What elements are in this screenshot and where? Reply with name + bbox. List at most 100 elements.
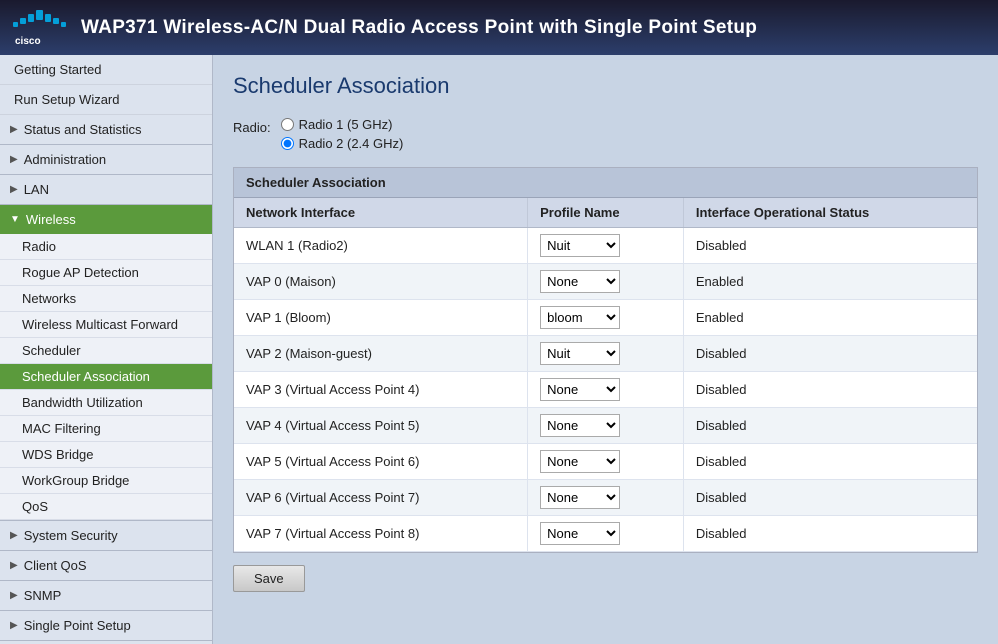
sidebar-item-radio[interactable]: Radio	[0, 234, 212, 260]
save-button[interactable]: Save	[233, 565, 305, 592]
sidebar-item-wds-bridge[interactable]: WDS Bridge	[0, 442, 212, 468]
profile-select-2[interactable]: NoneNuitbloom	[540, 306, 620, 329]
table-row: VAP 0 (Maison)NoneNuitbloomEnabled	[234, 264, 977, 300]
sidebar-section-lan-header[interactable]: ▶ LAN	[0, 175, 212, 204]
sidebar-section-status-label: Status and Statistics	[24, 122, 142, 137]
radio2-input[interactable]	[281, 137, 294, 150]
sidebar-section-single-point-label: Single Point Setup	[24, 618, 131, 633]
sidebar-item-getting-started-label: Getting Started	[14, 62, 101, 77]
radio-options: Radio 1 (5 GHz) Radio 2 (2.4 GHz)	[281, 117, 404, 151]
table-section-title: Scheduler Association	[234, 168, 977, 198]
radio-selection: Radio: Radio 1 (5 GHz) Radio 2 (2.4 GHz)	[233, 117, 978, 151]
radio1-option[interactable]: Radio 1 (5 GHz)	[281, 117, 404, 132]
layout: Getting Started Run Setup Wizard ▶ Statu…	[0, 55, 998, 644]
sidebar-item-run-setup-wizard[interactable]: Run Setup Wizard	[0, 85, 212, 115]
cell-interface-status: Disabled	[683, 336, 977, 372]
sidebar-section-snmp-header[interactable]: ▶ SNMP	[0, 581, 212, 610]
cisco-logo: cisco	[12, 8, 67, 48]
header: cisco WAP371 Wireless-AC/N Dual Radio Ac…	[0, 0, 998, 55]
profile-select-6[interactable]: NoneNuitbloom	[540, 450, 620, 473]
sidebar-section-single-point: ▶ Single Point Setup	[0, 611, 212, 641]
system-security-arrow-icon: ▶	[10, 530, 18, 541]
sidebar-item-scheduler[interactable]: Scheduler	[0, 338, 212, 364]
wireless-children: Radio Rogue AP Detection Networks Wirele…	[0, 234, 212, 520]
cell-profile-name: NoneNuitbloom	[528, 408, 684, 444]
sidebar-section-client-qos-label: Client QoS	[24, 558, 87, 573]
profile-select-5[interactable]: NoneNuitbloom	[540, 414, 620, 437]
cell-profile-name: NoneNuitbloom	[528, 372, 684, 408]
cell-profile-name: NoneNuitbloom	[528, 516, 684, 552]
sidebar-section-single-point-header[interactable]: ▶ Single Point Setup	[0, 611, 212, 640]
cell-network-interface: VAP 7 (Virtual Access Point 8)	[234, 516, 528, 552]
table-row: VAP 3 (Virtual Access Point 4) NoneNuitbl…	[234, 372, 977, 408]
sidebar-section-administration: ▶ Administration	[0, 145, 212, 175]
cell-profile-name: NoneNuitbloom	[528, 336, 684, 372]
cell-interface-status: Disabled	[683, 408, 977, 444]
radio1-input[interactable]	[281, 118, 294, 131]
header-title: WAP371 Wireless-AC/N Dual Radio Access P…	[81, 17, 757, 39]
sidebar-section-administration-header[interactable]: ▶ Administration	[0, 145, 212, 174]
sidebar-section-system-security-label: System Security	[24, 528, 118, 543]
svg-text:cisco: cisco	[15, 36, 41, 47]
table-row: VAP 1 (Bloom)NoneNuitbloomEnabled	[234, 300, 977, 336]
sidebar-section-wireless-label: Wireless	[26, 212, 76, 227]
profile-select-7[interactable]: NoneNuitbloom	[540, 486, 620, 509]
sidebar-item-getting-started[interactable]: Getting Started	[0, 55, 212, 85]
cell-network-interface: VAP 6 (Virtual Access Point 7)	[234, 480, 528, 516]
cell-profile-name: NoneNuitbloom	[528, 228, 684, 264]
status-arrow-icon: ▶	[10, 124, 18, 135]
sidebar: Getting Started Run Setup Wizard ▶ Statu…	[0, 55, 213, 644]
sidebar-section-client-qos-header[interactable]: ▶ Client QoS	[0, 551, 212, 580]
sidebar-item-qos[interactable]: QoS	[0, 494, 212, 520]
sidebar-section-wireless-header[interactable]: ▼ Wireless	[0, 205, 212, 234]
cell-profile-name: NoneNuitbloom	[528, 480, 684, 516]
col-interface-status: Interface Operational Status	[683, 198, 977, 228]
administration-arrow-icon: ▶	[10, 154, 18, 165]
radio2-option[interactable]: Radio 2 (2.4 GHz)	[281, 136, 404, 151]
table-body: WLAN 1 (Radio2)NoneNuitbloomDisabledVAP …	[234, 228, 977, 552]
cell-network-interface: VAP 2 (Maison-guest)	[234, 336, 528, 372]
cell-interface-status: Disabled	[683, 372, 977, 408]
profile-select-3[interactable]: NoneNuitbloom	[540, 342, 620, 365]
scheduler-association-table: Network Interface Profile Name Interface…	[234, 198, 977, 552]
profile-select-8[interactable]: NoneNuitbloom	[540, 522, 620, 545]
scheduler-association-table-container: Scheduler Association Network Interface …	[233, 167, 978, 553]
sidebar-section-status-header[interactable]: ▶ Status and Statistics	[0, 115, 212, 144]
table-row: WLAN 1 (Radio2) NoneNuitbloom Disabled	[234, 228, 977, 264]
sidebar-item-rogue-ap[interactable]: Rogue AP Detection	[0, 260, 212, 286]
radio-label: Radio:	[233, 117, 271, 139]
cell-interface-status: Disabled	[683, 480, 977, 516]
sidebar-item-workgroup-bridge[interactable]: WorkGroup Bridge	[0, 468, 212, 494]
sidebar-item-scheduler-association[interactable]: Scheduler Association	[0, 364, 212, 390]
profile-select-4[interactable]: NoneNuitbloom	[540, 378, 620, 401]
col-network-interface: Network Interface	[234, 198, 528, 228]
radio1-label: Radio 1 (5 GHz)	[299, 117, 393, 132]
cell-profile-name: NoneNuitbloom	[528, 300, 684, 336]
sidebar-section-system-security-header[interactable]: ▶ System Security	[0, 521, 212, 550]
profile-select-0[interactable]: NoneNuitbloom	[540, 234, 620, 257]
profile-select-1[interactable]: NoneNuitbloom	[540, 270, 620, 293]
sidebar-item-bandwidth-utilization[interactable]: Bandwidth Utilization	[0, 390, 212, 416]
cell-profile-name: NoneNuitbloom	[528, 444, 684, 480]
cell-interface-status: Enabled	[683, 264, 977, 300]
sidebar-section-system-security: ▶ System Security	[0, 521, 212, 551]
client-qos-arrow-icon: ▶	[10, 560, 18, 571]
sidebar-section-status: ▶ Status and Statistics	[0, 115, 212, 145]
table-header-row: Network Interface Profile Name Interface…	[234, 198, 977, 228]
sidebar-section-lan: ▶ LAN	[0, 175, 212, 205]
sidebar-item-wireless-multicast[interactable]: Wireless Multicast Forward	[0, 312, 212, 338]
page-title: Scheduler Association	[233, 73, 978, 99]
cell-network-interface: VAP 3 (Virtual Access Point 4)	[234, 372, 528, 408]
sidebar-item-mac-filtering[interactable]: MAC Filtering	[0, 416, 212, 442]
cell-interface-status: Disabled	[683, 444, 977, 480]
cell-interface-status: Disabled	[683, 516, 977, 552]
save-bar: Save	[233, 553, 978, 592]
sidebar-item-run-setup-wizard-label: Run Setup Wizard	[14, 92, 120, 107]
sidebar-item-networks[interactable]: Networks	[0, 286, 212, 312]
cell-network-interface: VAP 4 (Virtual Access Point 5)	[234, 408, 528, 444]
cell-interface-status: Disabled	[683, 228, 977, 264]
cell-network-interface: WLAN 1 (Radio2)	[234, 228, 528, 264]
radio2-label: Radio 2 (2.4 GHz)	[299, 136, 404, 151]
lan-arrow-icon: ▶	[10, 184, 18, 195]
cell-network-interface: VAP 1 (Bloom)	[234, 300, 528, 336]
